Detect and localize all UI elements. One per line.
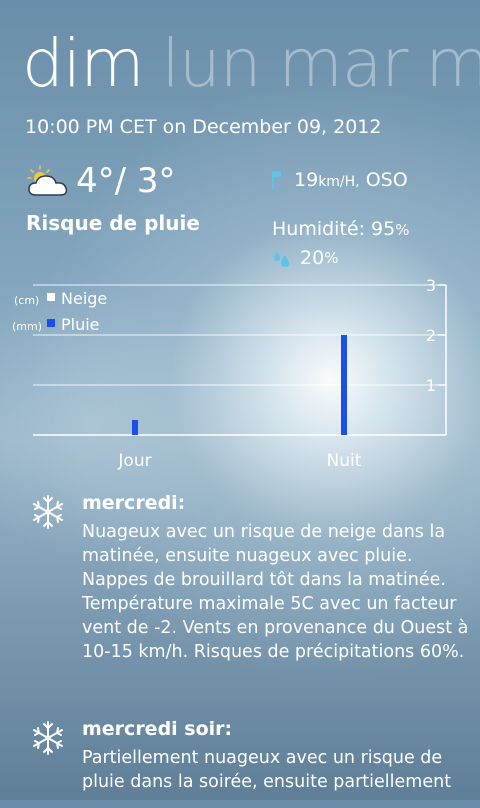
forecast-title: mercredi soir: (82, 718, 233, 740)
tab-next-partial[interactable]: m (425, 22, 480, 106)
legend-snow-label: Neige (61, 289, 107, 308)
forecast-text: Nuageux avec un risque de neige dans la … (82, 522, 469, 662)
snowflake-icon (33, 721, 63, 755)
bar-pluie-jour (132, 420, 138, 435)
precip-unit: % (324, 249, 339, 267)
tab-mar[interactable]: mar (279, 22, 409, 106)
wind-unit: km/H, (318, 174, 360, 190)
humidity-label: Humidité: (272, 218, 365, 240)
precipitation-chart: 1 2 3 Jour Nuit (cm) Neige (mm) Pluie (12, 276, 447, 471)
forecast-item: mercredi soir: Partiellement nuageux ave… (24, 718, 464, 808)
bar-pluie-nuit (341, 335, 347, 435)
humidity-value: 95 (371, 218, 396, 240)
precip-value: 20 (300, 247, 325, 269)
wind-flag-icon (272, 171, 281, 189)
snowflake-icon (33, 495, 63, 529)
humidity-info: Humidité: 95% (272, 218, 410, 240)
chart-x-labels: Jour Nuit (117, 451, 361, 471)
observation-datetime: 10:00 PM CET on December 09, 2012 (25, 116, 382, 138)
wind-info: 19 km/H, OSO (272, 168, 408, 191)
chart-legend: (cm) Neige (mm) Pluie (12, 289, 107, 334)
humidity-unit: % (395, 221, 410, 239)
x-label-jour: Jour (117, 451, 151, 471)
legend-snow-unit: (cm) (14, 294, 39, 307)
y-tick-label: 2 (426, 326, 436, 345)
condition-text: Risque de pluie (26, 211, 200, 235)
legend-rain-swatch (47, 319, 55, 327)
forecast-item: mercredi: Nuageux avec un risque de neig… (24, 492, 468, 712)
y-tick-label: 3 (426, 276, 436, 295)
chart-ticks: 1 2 3 (426, 276, 446, 395)
forecast-text: Partiellement nuageux avec un risque de … (82, 748, 452, 792)
precip-info: 20% (272, 247, 338, 269)
wind-speed: 19 (294, 169, 319, 191)
legend-rain-unit: (mm) (12, 320, 42, 333)
raindrops-icon (274, 251, 289, 267)
forecast-title: mercredi: (82, 492, 186, 514)
temperature-high-low: 4°/ 3° (76, 161, 176, 201)
y-tick-label: 1 (426, 376, 436, 395)
x-label-nuit: Nuit (327, 451, 362, 471)
tab-lun[interactable]: lun (162, 22, 262, 106)
partly-cloudy-icon (27, 165, 68, 196)
legend-rain-label: Pluie (61, 315, 100, 334)
day-pivot: dim lun mar m (0, 22, 480, 106)
wind-direction: OSO (365, 169, 408, 191)
legend-snow-swatch (47, 293, 55, 301)
tab-dim[interactable]: dim (22, 22, 145, 106)
